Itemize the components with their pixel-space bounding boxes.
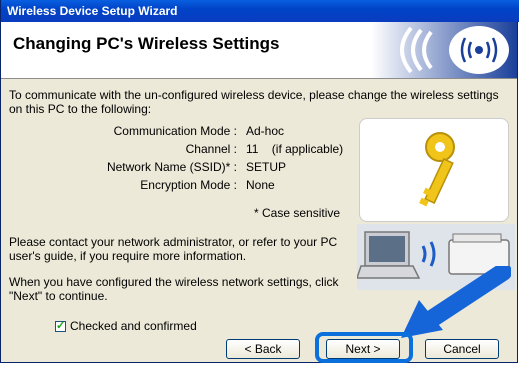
page-title: Changing PC's Wireless Settings [13, 34, 280, 53]
setting-value: SETUP [246, 160, 287, 174]
case-sensitive-note: * Case sensitive [254, 206, 341, 220]
setting-label: Communication Mode : [113, 124, 237, 138]
window-title: Wireless Device Setup Wizard [1, 0, 519, 22]
setting-label: Channel : [185, 142, 237, 156]
setting-label: Network Name (SSID)* : [106, 160, 237, 174]
confirm-checkbox[interactable]: ✓ [55, 319, 66, 332]
header-panel: Changing PC's Wireless Settings [1, 22, 517, 79]
checkmark-icon: ✓ [56, 319, 66, 332]
setting-label: Encryption Mode : [140, 178, 237, 192]
setting-value: Ad-hoc [246, 124, 285, 138]
back-button[interactable]: < Back [226, 339, 300, 359]
cancel-button[interactable]: Cancel [425, 339, 499, 359]
confirm-checkbox-row[interactable]: ✓ Checked and confirmed [55, 319, 197, 333]
setting-value: 11 (if applicable) [246, 142, 344, 156]
key-icon [419, 132, 455, 207]
wireless-logo-icon [371, 22, 517, 78]
key-illustration [359, 118, 509, 222]
intro-text: To communicate with the un-configured wi… [9, 88, 499, 116]
contact-text: Please contact your network administrato… [9, 235, 338, 263]
wizard-window: Wireless Device Setup Wizard Changing PC… [0, 0, 519, 363]
next-button-highlight [315, 332, 413, 363]
setting-value: None [246, 178, 275, 192]
confirm-checkbox-label[interactable]: Checked and confirmed [70, 319, 197, 333]
configured-instruction: When you have configured the wireless ne… [9, 275, 339, 303]
